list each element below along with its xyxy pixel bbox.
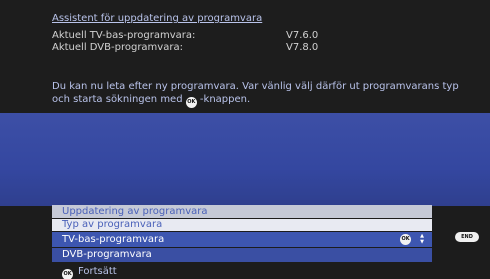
ok-icon: OK (62, 269, 73, 279)
menu-item-tv-base-software[interactable]: TV-bas-programvara OK ▲ ▼ (52, 232, 432, 247)
software-type-menu: Uppdatering av programvara Typ av progra… (52, 205, 432, 262)
end-button-icon[interactable]: END (455, 232, 479, 242)
menu-item-label: DVB-programvara (62, 249, 152, 260)
menu-item-label: TV-bas-programvara (62, 234, 165, 245)
instruction-text: Du kan nu leta efter ny programvara. Var… (52, 80, 472, 108)
info-panel: Assistent för uppdatering av programvara… (0, 0, 490, 113)
up-down-arrows-icon: ▲ ▼ (420, 233, 424, 245)
dvb-version-value: V7.8.0 (286, 42, 319, 53)
menu-item-dvb-software[interactable]: DVB-programvara (52, 248, 432, 262)
wizard-title[interactable]: Assistent för uppdatering av programvara (52, 13, 262, 24)
menu-subtitle: Typ av programvara (52, 219, 432, 231)
continue-label: Fortsätt (78, 266, 117, 277)
menu-title: Uppdatering av programvara (52, 205, 432, 218)
tv-version-value: V7.6.0 (286, 30, 319, 41)
blue-band (0, 113, 490, 206)
continue-hint[interactable]: OK Fortsätt (62, 266, 117, 279)
instruction-text-before: Du kan nu leta efter ny programvara. Var… (52, 81, 459, 105)
ok-icon: OK (185, 97, 197, 108)
tv-version-label: Aktuell TV-bas-programvara: (52, 30, 196, 41)
ok-icon: OK (400, 234, 411, 245)
instruction-text-after: -knappen. (196, 94, 251, 105)
dvb-version-label: Aktuell DVB-programvara: (52, 42, 183, 53)
tv-screen: Assistent för uppdatering av programvara… (0, 0, 490, 279)
